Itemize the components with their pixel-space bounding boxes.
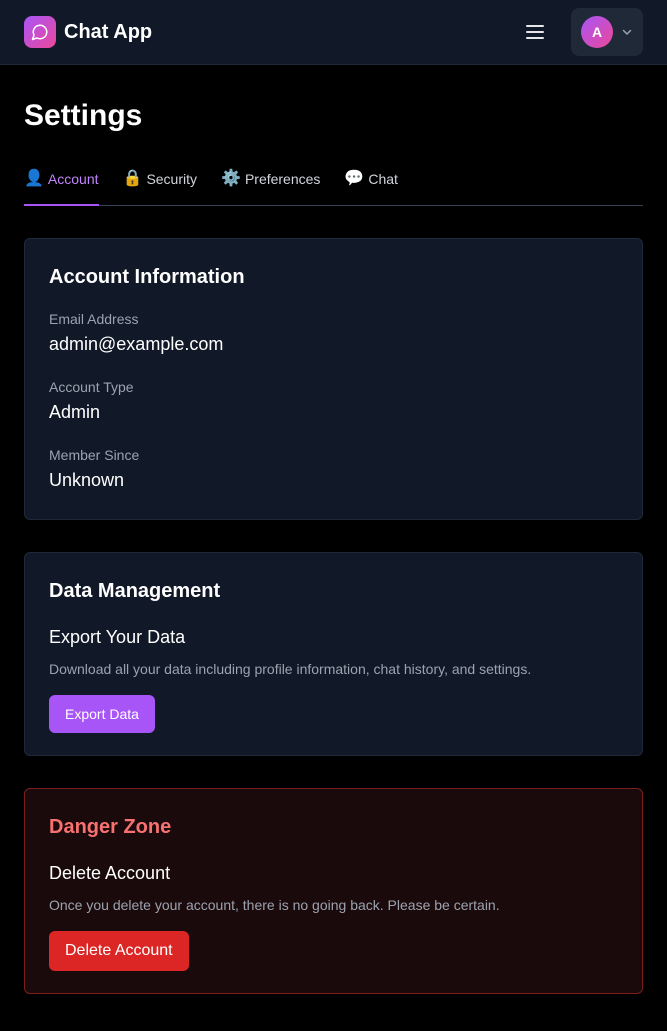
field-value: Admin bbox=[49, 402, 101, 422]
section-description: Download all your data including profile… bbox=[49, 661, 532, 677]
danger-zone-card: Danger Zone Delete Account Once you dele… bbox=[24, 788, 643, 994]
lock-icon: 🔒 bbox=[122, 170, 143, 187]
avatar: A bbox=[581, 16, 613, 48]
tab-security[interactable]: 🔒 Security bbox=[123, 168, 198, 206]
gear-icon: ⚙️ bbox=[221, 170, 241, 187]
data-management-card: Data Management Export Your Data Downloa… bbox=[24, 552, 643, 756]
section-title: Delete Account bbox=[49, 863, 171, 883]
chevron-down-icon bbox=[622, 29, 632, 35]
export-data-button[interactable]: Export Data bbox=[49, 695, 155, 733]
account-type-field: Account Type Admin bbox=[49, 377, 618, 425]
tab-chat[interactable]: 💬 Chat bbox=[344, 168, 398, 206]
page-title: Settings bbox=[24, 99, 143, 132]
tab-account[interactable]: 👤 Account bbox=[24, 168, 99, 206]
tab-preferences[interactable]: ⚙️ Preferences bbox=[221, 168, 320, 206]
member-since-field: Member Since Unknown bbox=[49, 445, 618, 493]
field-label: Member Since bbox=[49, 447, 140, 463]
card-title: Danger Zone bbox=[49, 816, 172, 838]
hamburger-icon bbox=[526, 25, 544, 39]
account-information-card: Account Information Email Address admin@… bbox=[24, 238, 643, 520]
section-description: Once you delete your account, there is n… bbox=[49, 897, 500, 913]
field-label: Email Address bbox=[49, 311, 139, 327]
app-name: Chat App bbox=[64, 20, 153, 43]
field-label: Account Type bbox=[49, 379, 134, 395]
card-title: Account Information bbox=[49, 266, 245, 288]
delete-account-button[interactable]: Delete Account bbox=[49, 931, 189, 971]
user-icon: 👤 bbox=[24, 170, 44, 187]
brand[interactable]: Chat App bbox=[24, 16, 152, 48]
tab-preferences-label: Preferences bbox=[244, 171, 321, 187]
card-title: Data Management bbox=[49, 580, 221, 602]
field-value: Unknown bbox=[49, 470, 125, 490]
top-navbar: Chat App A bbox=[0, 0, 667, 65]
email-field: Email Address admin@example.com bbox=[49, 309, 618, 357]
tab-account-label: Account bbox=[47, 171, 99, 187]
hamburger-menu-button[interactable] bbox=[515, 12, 555, 52]
settings-main: Settings 👤 Account 🔒 Security ⚙️ Prefere… bbox=[0, 98, 667, 994]
chat-bubble-icon bbox=[24, 16, 56, 48]
field-value: admin@example.com bbox=[49, 334, 224, 354]
settings-tabs: 👤 Account 🔒 Security ⚙️ Preferences 💬 Ch… bbox=[24, 168, 643, 206]
user-menu-button[interactable]: A bbox=[571, 8, 643, 56]
tab-security-label: Security bbox=[146, 171, 198, 187]
speech-bubble-icon: 💬 bbox=[344, 170, 365, 187]
tab-chat-label: Chat bbox=[368, 171, 398, 187]
section-title: Export Your Data bbox=[49, 627, 186, 647]
